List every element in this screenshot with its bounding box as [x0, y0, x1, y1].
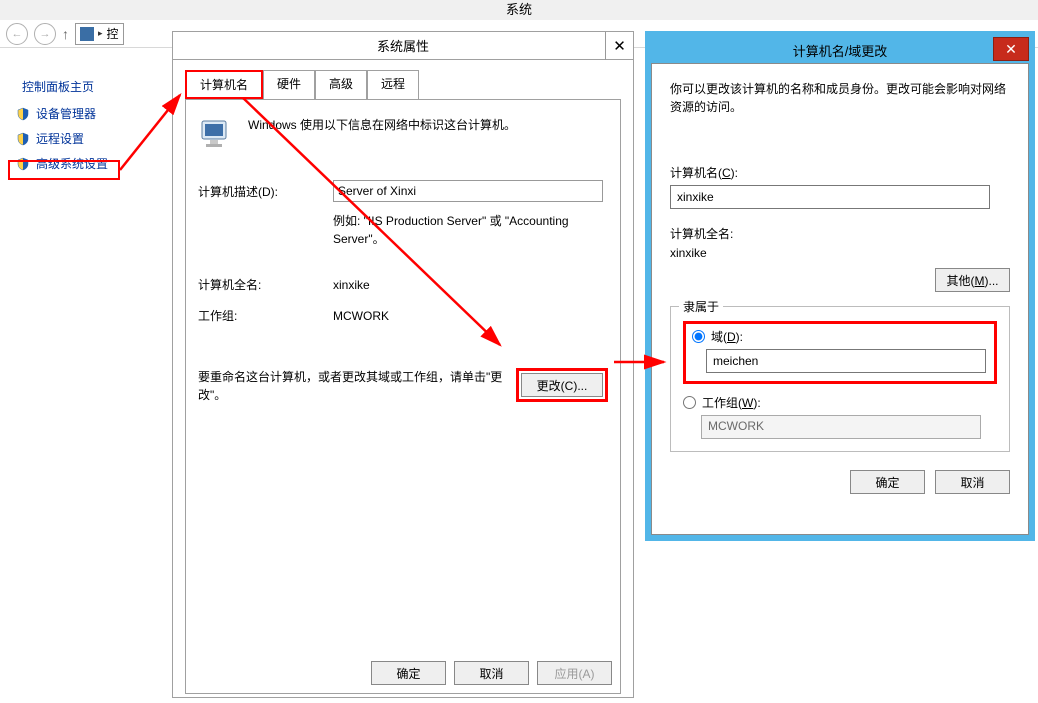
close-button[interactable]: ✕: [993, 37, 1029, 61]
group-legend: 隶属于: [679, 298, 723, 315]
breadcrumb-text: 控: [107, 25, 119, 42]
forward-button[interactable]: →: [34, 23, 56, 45]
workgroup-input-disabled: MCWORK: [701, 415, 981, 439]
dialog2-titlebar: 计算机名/域更改 ✕: [651, 37, 1029, 63]
cancel-button[interactable]: 取消: [935, 470, 1010, 494]
fullname-value: xinxike: [670, 246, 1010, 260]
computer-name-label: 计算机名(C):: [670, 164, 1010, 181]
dialog-button-row: 确定 取消 应用(A): [371, 661, 612, 685]
sidebar-item-device-manager[interactable]: 设备管理器: [16, 105, 160, 122]
annotation-box-change: 更改(C)...: [516, 368, 608, 402]
member-of-group: 隶属于 域(D): 工作组(W): MCWORK: [670, 306, 1010, 452]
dialog2-button-row: 确定 取消: [670, 470, 1010, 494]
apply-button[interactable]: 应用(A): [537, 661, 612, 685]
desc-example-text: 例如: "IIS Production Server" 或 "Accountin…: [333, 212, 613, 248]
shield-icon: [16, 107, 30, 121]
breadcrumb-arrow-icon: ▸: [98, 28, 103, 39]
system-title: 系统: [506, 2, 532, 17]
workgroup-label: 工作组(W):: [702, 394, 761, 411]
shield-icon: [16, 132, 30, 146]
workgroup-radio[interactable]: [683, 396, 696, 409]
fullname-value: xinxike: [333, 278, 370, 292]
up-button[interactable]: ↑: [62, 26, 69, 42]
control-panel-heading: 控制面板主页: [22, 78, 160, 95]
close-button[interactable]: ✕: [605, 32, 633, 60]
domain-input[interactable]: [706, 349, 986, 373]
tab-advanced[interactable]: 高级: [315, 70, 367, 99]
sidebar-item-label: 设备管理器: [36, 105, 96, 122]
dialog-titlebar: 系统属性 ✕: [173, 32, 633, 60]
domain-label: 域(D):: [711, 328, 743, 345]
dialog-title: 系统属性: [377, 36, 429, 55]
workgroup-value: MCWORK: [333, 309, 389, 323]
computer-icon: [198, 116, 234, 152]
domain-radio[interactable]: [692, 330, 705, 343]
address-bar[interactable]: ▸ 控: [75, 23, 124, 45]
annotation-box-advanced: [8, 160, 120, 180]
computer-name-input[interactable]: [670, 185, 990, 209]
sidebar-item-remote-settings[interactable]: 远程设置: [16, 130, 160, 147]
system-title-bar: 系统: [0, 0, 1038, 20]
system-properties-dialog: 系统属性 ✕ 计算机名 硬件 高级 远程 Windows 使用以下信息在网络中标…: [172, 31, 634, 698]
tab-computer-name[interactable]: 计算机名: [185, 70, 263, 99]
annotation-box-domain: 域(D):: [683, 321, 997, 384]
intro-text: Windows 使用以下信息在网络中标识这台计算机。: [248, 116, 516, 133]
other-button[interactable]: 其他(M)...: [935, 268, 1010, 292]
rename-instruction: 要重命名这台计算机，或者更改其域或工作组，请单击"更改"。: [198, 368, 506, 404]
ok-button[interactable]: 确定: [371, 661, 446, 685]
dialog2-panel: 你可以更改该计算机的名称和成员身份。更改可能会影响对网络资源的访问。 计算机名(…: [651, 63, 1029, 535]
desc-label: 计算机描述(D):: [198, 183, 333, 200]
tab-hardware[interactable]: 硬件: [263, 70, 315, 99]
back-button[interactable]: ←: [6, 23, 28, 45]
tab-content: Windows 使用以下信息在网络中标识这台计算机。 计算机描述(D): 例如:…: [185, 99, 621, 694]
dialog2-title: 计算机名/域更改: [793, 41, 888, 60]
change-button[interactable]: 更改(C)...: [521, 373, 603, 397]
tabs-row: 计算机名 硬件 高级 远程: [173, 60, 633, 99]
sidebar-item-label: 远程设置: [36, 130, 84, 147]
tab-remote[interactable]: 远程: [367, 70, 419, 99]
fullname-label: 计算机全名:: [198, 276, 333, 293]
computer-name-domain-dialog: 计算机名/域更改 ✕ 你可以更改该计算机的名称和成员身份。更改可能会影响对网络资…: [645, 31, 1035, 541]
control-panel-icon: [80, 27, 94, 41]
dialog2-intro: 你可以更改该计算机的名称和成员身份。更改可能会影响对网络资源的访问。: [670, 80, 1010, 116]
fullname-label: 计算机全名:: [670, 225, 1010, 242]
cancel-button[interactable]: 取消: [454, 661, 529, 685]
workgroup-label: 工作组:: [198, 307, 333, 324]
computer-description-input[interactable]: [333, 180, 603, 202]
ok-button[interactable]: 确定: [850, 470, 925, 494]
